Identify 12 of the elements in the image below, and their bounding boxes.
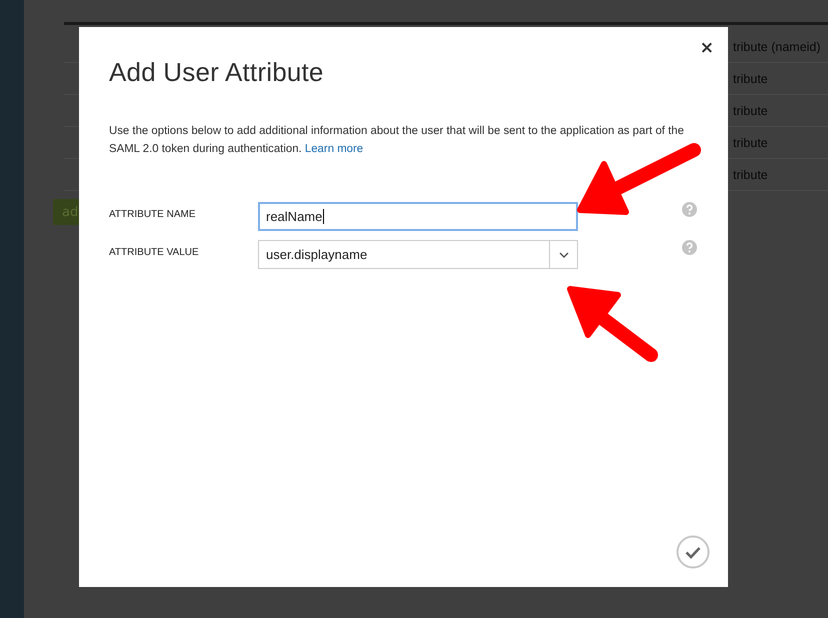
field-label: ATTRIBUTE NAME [109, 208, 196, 220]
description: Use the options below to add additional information about the user that will be sent to the application as part of the SAML 2.0 token during authentication. Learn more [109, 124, 685, 157]
chevron-down-icon [558, 252, 568, 258]
field-label: ATTRIBUTE VALUE [109, 246, 200, 258]
help-icon[interactable] [682, 240, 697, 255]
input-field[interactable]: realName [258, 202, 578, 231]
learn-more-link[interactable]: Learn more [304, 143, 364, 155]
help-icon[interactable] [682, 202, 697, 217]
close-button[interactable]: × [698, 39, 716, 57]
dialog-title: Add User Attribute [109, 57, 325, 88]
dropdown[interactable]: user.displayname [258, 240, 578, 269]
confirm-button[interactable] [676, 535, 710, 569]
